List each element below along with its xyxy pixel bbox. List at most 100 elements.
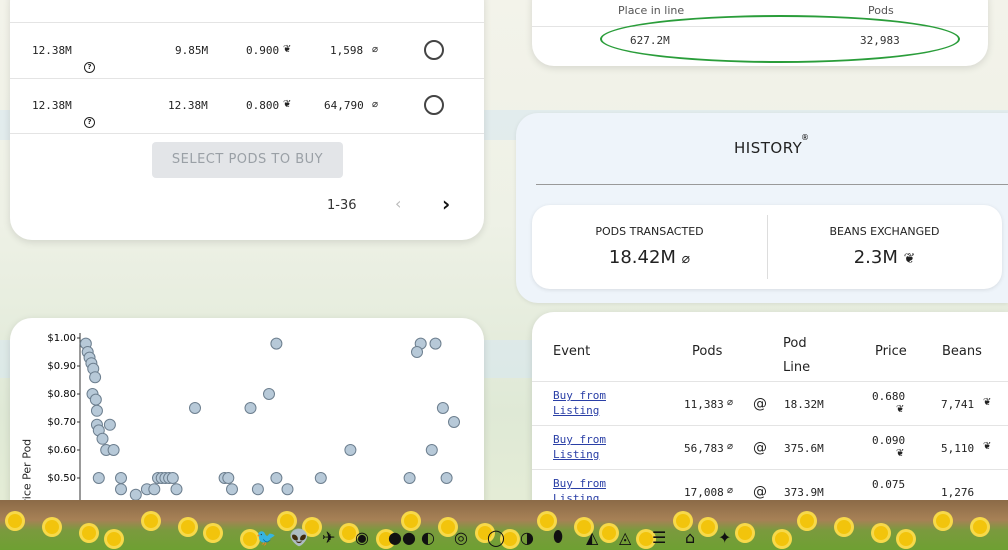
flower-decoration xyxy=(874,526,888,540)
scatter-point[interactable] xyxy=(314,472,327,484)
flower-decoration xyxy=(206,526,220,540)
dune-icon[interactable]: ◭ xyxy=(586,528,598,547)
github-icon[interactable]: ◯ xyxy=(487,528,505,547)
table-row: Buy from Listing 11,383 ⌀ @ 18.32M 0.680… xyxy=(532,381,1008,426)
y-tick-label: $0.80 xyxy=(47,389,76,400)
flower-decoration xyxy=(540,514,554,528)
scatter-point[interactable] xyxy=(107,444,120,456)
scatter-point[interactable] xyxy=(166,472,179,484)
price-scatter-chart[interactable]: $1.00$0.90$0.80$0.70$0.60$0.50$0.40 xyxy=(10,318,484,518)
cheat-icon[interactable]: ☰ xyxy=(652,528,666,547)
flower-decoration xyxy=(837,520,851,534)
scatter-point[interactable] xyxy=(411,346,423,358)
y-tick-label: $0.60 xyxy=(47,445,76,456)
col-pod-line: Pod Line xyxy=(783,336,811,375)
scatter-point[interactable] xyxy=(189,402,201,414)
scatter-point[interactable] xyxy=(344,444,357,456)
scatter-point[interactable] xyxy=(281,483,294,496)
y-tick-label: $0.70 xyxy=(47,417,76,428)
listing-header-remnant xyxy=(10,22,484,23)
scatter-point[interactable] xyxy=(89,371,102,384)
scatter-point[interactable] xyxy=(170,483,183,496)
pods-label: Pods xyxy=(868,4,894,17)
scatter-card: $1.00$0.90$0.80$0.70$0.60$0.50$0.40 Pric… xyxy=(10,318,484,518)
pod-icon: ⌀ xyxy=(372,44,379,55)
scatter-point[interactable] xyxy=(148,483,161,496)
flower-decoration xyxy=(8,514,22,528)
table-row[interactable]: 12.38M ? 9.85M 0.900 ❦ 1,598 ⌀ xyxy=(10,24,484,79)
beans-exchanged-value: 2.3M ❦ xyxy=(767,247,1002,268)
beans-exchanged-label: BEANS EXCHANGED xyxy=(829,225,940,238)
stat-beans-exchanged: BEANS EXCHANGED 2.3M ❦ xyxy=(767,205,1002,289)
scatter-point[interactable] xyxy=(251,483,264,496)
col-price: Price xyxy=(875,344,907,359)
row-pods: 56,783 xyxy=(684,442,724,455)
scatter-point[interactable] xyxy=(90,404,103,417)
scatter-point[interactable] xyxy=(226,483,238,496)
row-price: 0.075 xyxy=(872,478,906,491)
scatter-point[interactable] xyxy=(403,472,416,484)
bean-icon: ❦ xyxy=(283,99,292,110)
pod-icon: ⌀ xyxy=(681,251,691,267)
reddit-icon[interactable]: 👽 xyxy=(289,528,309,547)
place-summary-card: Place in line Pods 627.2M 32,983 xyxy=(532,0,988,66)
pods-transacted-label: PODS TRANSACTED xyxy=(595,225,704,238)
scatter-point[interactable] xyxy=(429,337,442,350)
scatter-point[interactable] xyxy=(89,393,102,406)
scatter-point[interactable] xyxy=(96,432,109,445)
flower-decoration xyxy=(243,532,257,546)
flower-decoration xyxy=(181,520,195,534)
flower-decoration xyxy=(639,532,653,546)
scatter-point[interactable] xyxy=(244,402,257,414)
scatter-point[interactable] xyxy=(115,483,127,496)
discord-icon[interactable]: ◉ xyxy=(355,528,369,547)
chevron-left-icon[interactable]: ‹ xyxy=(395,194,401,213)
pagination-range: 1-36 xyxy=(327,198,357,213)
scatter-point[interactable] xyxy=(263,388,275,400)
flower-decoration xyxy=(738,526,752,540)
pods-amount: 12.38M xyxy=(168,99,208,112)
flower-decoration xyxy=(45,520,59,534)
scatter-point[interactable] xyxy=(440,472,453,484)
scatter-point[interactable] xyxy=(103,418,116,431)
snapshot-icon[interactable]: ⬮ xyxy=(553,527,563,547)
bean-icon: ❦ xyxy=(903,251,916,267)
scatter-point[interactable] xyxy=(270,337,283,350)
scatter-point[interactable] xyxy=(270,472,283,484)
table-row[interactable]: 12.38M ? 12.38M 0.800 ❦ 64,790 ⌀ xyxy=(10,79,484,134)
event-link[interactable]: Buy from Listing xyxy=(553,432,613,462)
y-tick-label: $0.50 xyxy=(47,473,76,484)
barn-icon[interactable]: ⌂ xyxy=(685,528,695,547)
row-pod-line: 375.6M xyxy=(784,442,824,455)
at-symbol: @ xyxy=(753,396,767,412)
col-event: Event xyxy=(553,344,591,359)
pods-amount: 9.85M xyxy=(175,44,209,57)
pod-icon: ⌀ xyxy=(372,99,379,110)
scatter-point[interactable] xyxy=(92,472,105,484)
graph-icon[interactable]: ◬ xyxy=(619,528,631,547)
scatter-point[interactable] xyxy=(448,416,460,428)
scatter-point[interactable] xyxy=(115,472,127,484)
telegram-icon[interactable]: ✈ xyxy=(322,528,335,547)
nft-icon[interactable]: ◑ xyxy=(520,528,534,547)
scatter-point[interactable] xyxy=(436,402,449,414)
misc-icon[interactable]: ✦ xyxy=(718,528,731,547)
scatter-point[interactable] xyxy=(129,488,142,501)
chevron-right-icon[interactable]: › xyxy=(442,192,450,216)
event-link[interactable]: Buy from Listing xyxy=(553,388,613,418)
select-radio[interactable] xyxy=(424,40,444,60)
table-row: Buy from Listing 56,783 ⌀ @ 375.6M 0.090… xyxy=(532,425,1008,470)
y-tick-label: $0.90 xyxy=(47,361,76,372)
scatter-point[interactable] xyxy=(222,472,235,484)
history-panel: HISTORY ® PODS TRANSACTED 18.42M ⌀ BEANS… xyxy=(516,113,1008,303)
beanstalk-icon[interactable]: ◐ xyxy=(421,528,435,547)
medium-icon[interactable]: ●● xyxy=(388,528,416,547)
immunefi-icon[interactable]: ◎ xyxy=(454,528,468,547)
select-radio[interactable] xyxy=(424,95,444,115)
pods-transacted-value: 18.42M ⌀ xyxy=(532,247,767,268)
row-beans: 7,741 xyxy=(941,398,975,411)
scatter-point[interactable] xyxy=(425,444,438,456)
select-pods-button[interactable]: SELECT PODS TO BUY xyxy=(152,142,343,178)
twitter-icon[interactable]: 🐦 xyxy=(256,528,276,547)
col-pods: Pods xyxy=(692,344,723,359)
